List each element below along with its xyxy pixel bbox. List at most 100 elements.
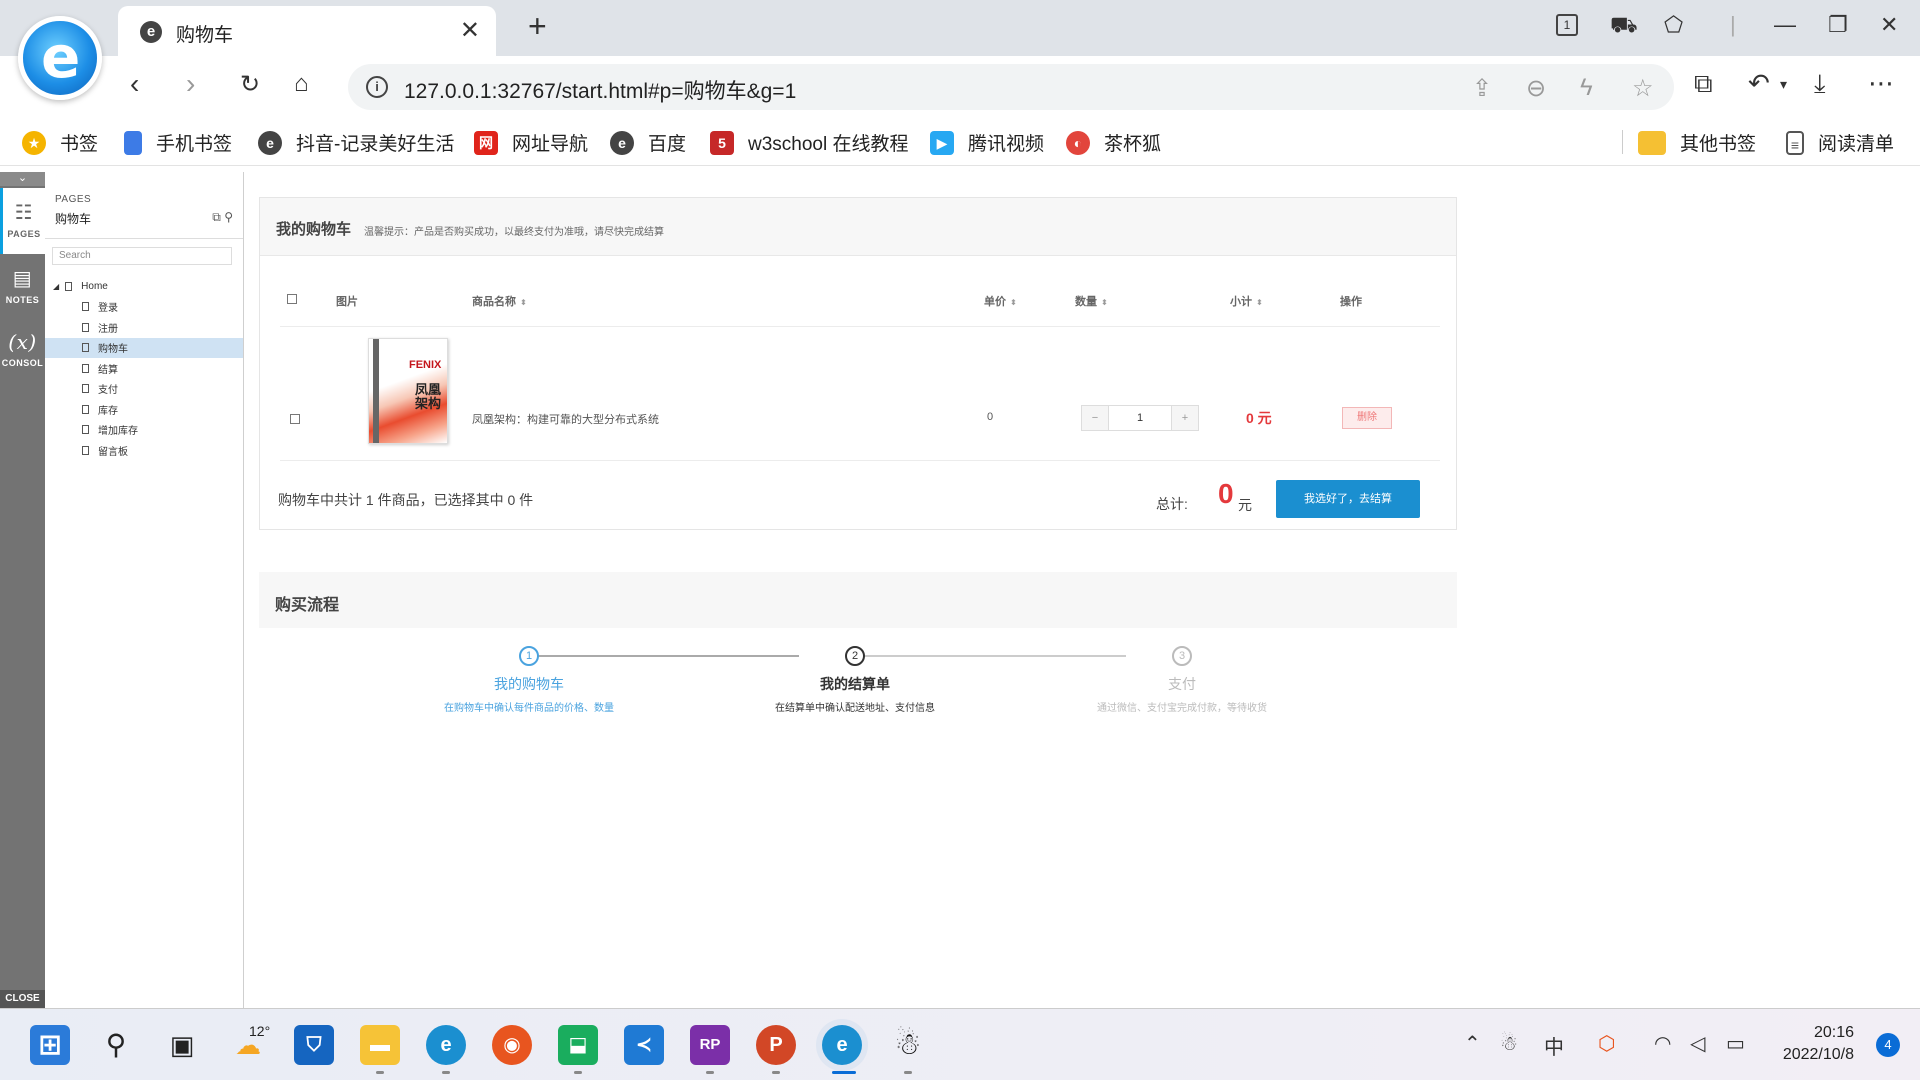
collapse-rail-button[interactable]: ⌄ (0, 172, 45, 186)
security-shield-icon[interactable]: ⛉ (294, 1025, 334, 1065)
close-window-button[interactable]: ✕ (1880, 12, 1898, 38)
refresh-icon[interactable]: ↻ (240, 70, 260, 99)
wifi-icon[interactable]: ◠ (1654, 1031, 1671, 1056)
bookmark-item[interactable]: e 百度 (610, 129, 686, 156)
zoom-out-icon[interactable]: ⊖ (1526, 74, 1546, 103)
checkout-button[interactable]: 我选好了，去结算 (1276, 480, 1420, 518)
browser-tab[interactable]: e 购物车 ✕ (118, 6, 496, 56)
tree-item[interactable]: 登录 (45, 297, 243, 318)
vscode-icon[interactable]: ≺ (624, 1025, 664, 1065)
open-page-icon[interactable]: ⧉ (212, 210, 221, 224)
store-bag-icon[interactable]: ⬓ (558, 1025, 598, 1065)
tree-item[interactable]: 支付 (45, 379, 243, 400)
rail-console-tab[interactable]: (x) CONSOL (0, 330, 45, 368)
product-name[interactable]: 凤凰架构：构建可靠的大型分布式系统 (472, 411, 659, 427)
link-icon[interactable]: ⚲ (224, 210, 233, 224)
rail-notes-tab[interactable]: ▤ NOTES (0, 266, 45, 305)
axure-rp-icon[interactable]: RP (690, 1025, 730, 1065)
variable-icon: (x) (8, 330, 37, 354)
col-subtotal[interactable]: 小计 ⬍ (1230, 293, 1263, 309)
share-icon[interactable]: ⇪ (1472, 74, 1492, 103)
chevron-down-icon[interactable]: ▾ (1780, 76, 1787, 93)
qty-input[interactable]: 1 (1108, 406, 1172, 430)
step-1-desc: 在购物车中确认每件商品的价格、数量 (444, 703, 614, 714)
lightning-icon[interactable]: ϟ (1580, 74, 1593, 102)
product-image[interactable]: FENIX 凤凰架构 (368, 338, 448, 444)
running-indicator (706, 1071, 714, 1074)
bookmark-folder[interactable]: 其他书签 (1638, 129, 1756, 156)
favorite-star-icon[interactable]: ☆ (1632, 74, 1654, 103)
ime-indicator[interactable]: 中 (1544, 1031, 1564, 1060)
sort-icon[interactable]: ⬍ (520, 298, 527, 307)
url-text[interactable]: 127.0.0.1:32767/start.html#p=购物车&g=1 (404, 75, 796, 105)
search-icon[interactable]: ⚲ (96, 1025, 136, 1065)
delete-button[interactable]: 删除 (1342, 407, 1392, 429)
bookmark-item[interactable]: 网网址导航 (474, 129, 588, 156)
tree-item[interactable]: 留言板 (45, 440, 243, 461)
address-bar[interactable]: i 127.0.0.1:32767/start.html#p=购物车&g=1 ⇪… (348, 64, 1674, 110)
extensions-icon[interactable]: ⧉ (1694, 68, 1713, 100)
home-icon[interactable]: ⌂ (294, 70, 309, 98)
file-explorer-icon[interactable]: ▬ (360, 1025, 400, 1065)
more-menu-icon[interactable]: ⋯ (1868, 68, 1894, 99)
firefox-icon[interactable]: ◉ (492, 1025, 532, 1065)
rail-pages-tab[interactable]: ☷ PAGES (0, 188, 45, 254)
undo-close-icon[interactable]: ↶ (1748, 68, 1770, 99)
tree-item-selected[interactable]: 购物车 (45, 337, 243, 358)
reading-list[interactable]: ≡ 阅读清单 (1786, 129, 1894, 156)
tree-item[interactable]: 注册 (45, 317, 243, 338)
bookmark-item[interactable]: e 抖音-记录美好生活 (258, 129, 454, 156)
forward-button[interactable]: › (186, 68, 195, 100)
tree-item[interactable]: 结算 (45, 358, 243, 379)
page-icon (82, 445, 89, 455)
browser-taskbar-icon[interactable]: e (822, 1025, 862, 1065)
active-indicator (832, 1071, 856, 1074)
qq-penguin-icon[interactable]: ☃ (888, 1025, 928, 1065)
volume-icon[interactable]: ◁ (1690, 1031, 1705, 1056)
back-button[interactable]: ‹ (130, 68, 139, 100)
col-name[interactable]: 商品名称 ⬍ (472, 293, 527, 309)
battery-icon[interactable]: ▭ (1726, 1031, 1745, 1056)
shirt-icon[interactable]: ⬠ (1664, 12, 1683, 38)
sort-icon[interactable]: ⬍ (1010, 298, 1017, 307)
download-icon[interactable]: ⤓ (1814, 68, 1826, 100)
running-indicator (772, 1071, 780, 1074)
bookmark-item[interactable]: 5 w3school 在线教程 (710, 129, 909, 156)
search-input[interactable]: Search (52, 247, 232, 265)
bookmark-item[interactable]: 手机书签 (124, 129, 232, 156)
col-price[interactable]: 单价 ⬍ (984, 293, 1017, 309)
notification-badge[interactable]: 4 (1876, 1033, 1900, 1057)
step-1-label: 我的购物车 (494, 676, 564, 692)
html5-icon[interactable]: ⬡ (1598, 1031, 1615, 1056)
new-tab-button[interactable]: + (528, 8, 547, 45)
tree-item-home[interactable]: ◢ Home (45, 276, 243, 297)
tray-chevron-up-icon[interactable]: ⌃ (1464, 1031, 1481, 1056)
item-checkbox[interactable] (290, 414, 300, 424)
select-all-checkbox[interactable] (287, 294, 297, 304)
tab-close-button[interactable]: ✕ (460, 16, 480, 45)
qty-plus-button[interactable]: + (1172, 406, 1198, 430)
sort-icon[interactable]: ⬍ (1101, 298, 1108, 307)
rail-close-button[interactable]: CLOSE (0, 990, 45, 1008)
tree-item[interactable]: 增加库存 (45, 420, 243, 441)
qty-minus-button[interactable]: − (1082, 406, 1108, 430)
restore-button[interactable]: ❐ (1828, 12, 1848, 38)
sort-icon[interactable]: ⬍ (1256, 298, 1263, 307)
info-icon[interactable]: i (366, 76, 388, 98)
edge-icon[interactable]: e (426, 1025, 466, 1065)
powerpoint-icon[interactable]: P (756, 1025, 796, 1065)
qq-tray-icon[interactable]: ☃ (1500, 1031, 1518, 1056)
bookmark-item[interactable]: ★ 书签 (22, 129, 98, 156)
tab-count-button[interactable]: 1 (1556, 14, 1578, 36)
bookmark-item[interactable]: ▶ 腾讯视频 (930, 129, 1044, 156)
start-windows-icon[interactable]: ⊞ (30, 1025, 70, 1065)
chevron-down-icon[interactable]: ◢ (53, 282, 59, 291)
total-value: 0 (1218, 478, 1234, 509)
col-qty[interactable]: 数量 ⬍ (1075, 293, 1108, 309)
system-clock[interactable]: 20:16 2022/10/8 (1783, 1022, 1854, 1066)
minimize-button[interactable]: — (1774, 12, 1796, 38)
car-icon[interactable]: ⛟ (1610, 12, 1638, 41)
task-view-icon[interactable]: ▣ (162, 1025, 202, 1065)
tree-item[interactable]: 库存 (45, 399, 243, 420)
bookmark-item[interactable]: ◐ 茶杯狐 (1066, 129, 1161, 156)
